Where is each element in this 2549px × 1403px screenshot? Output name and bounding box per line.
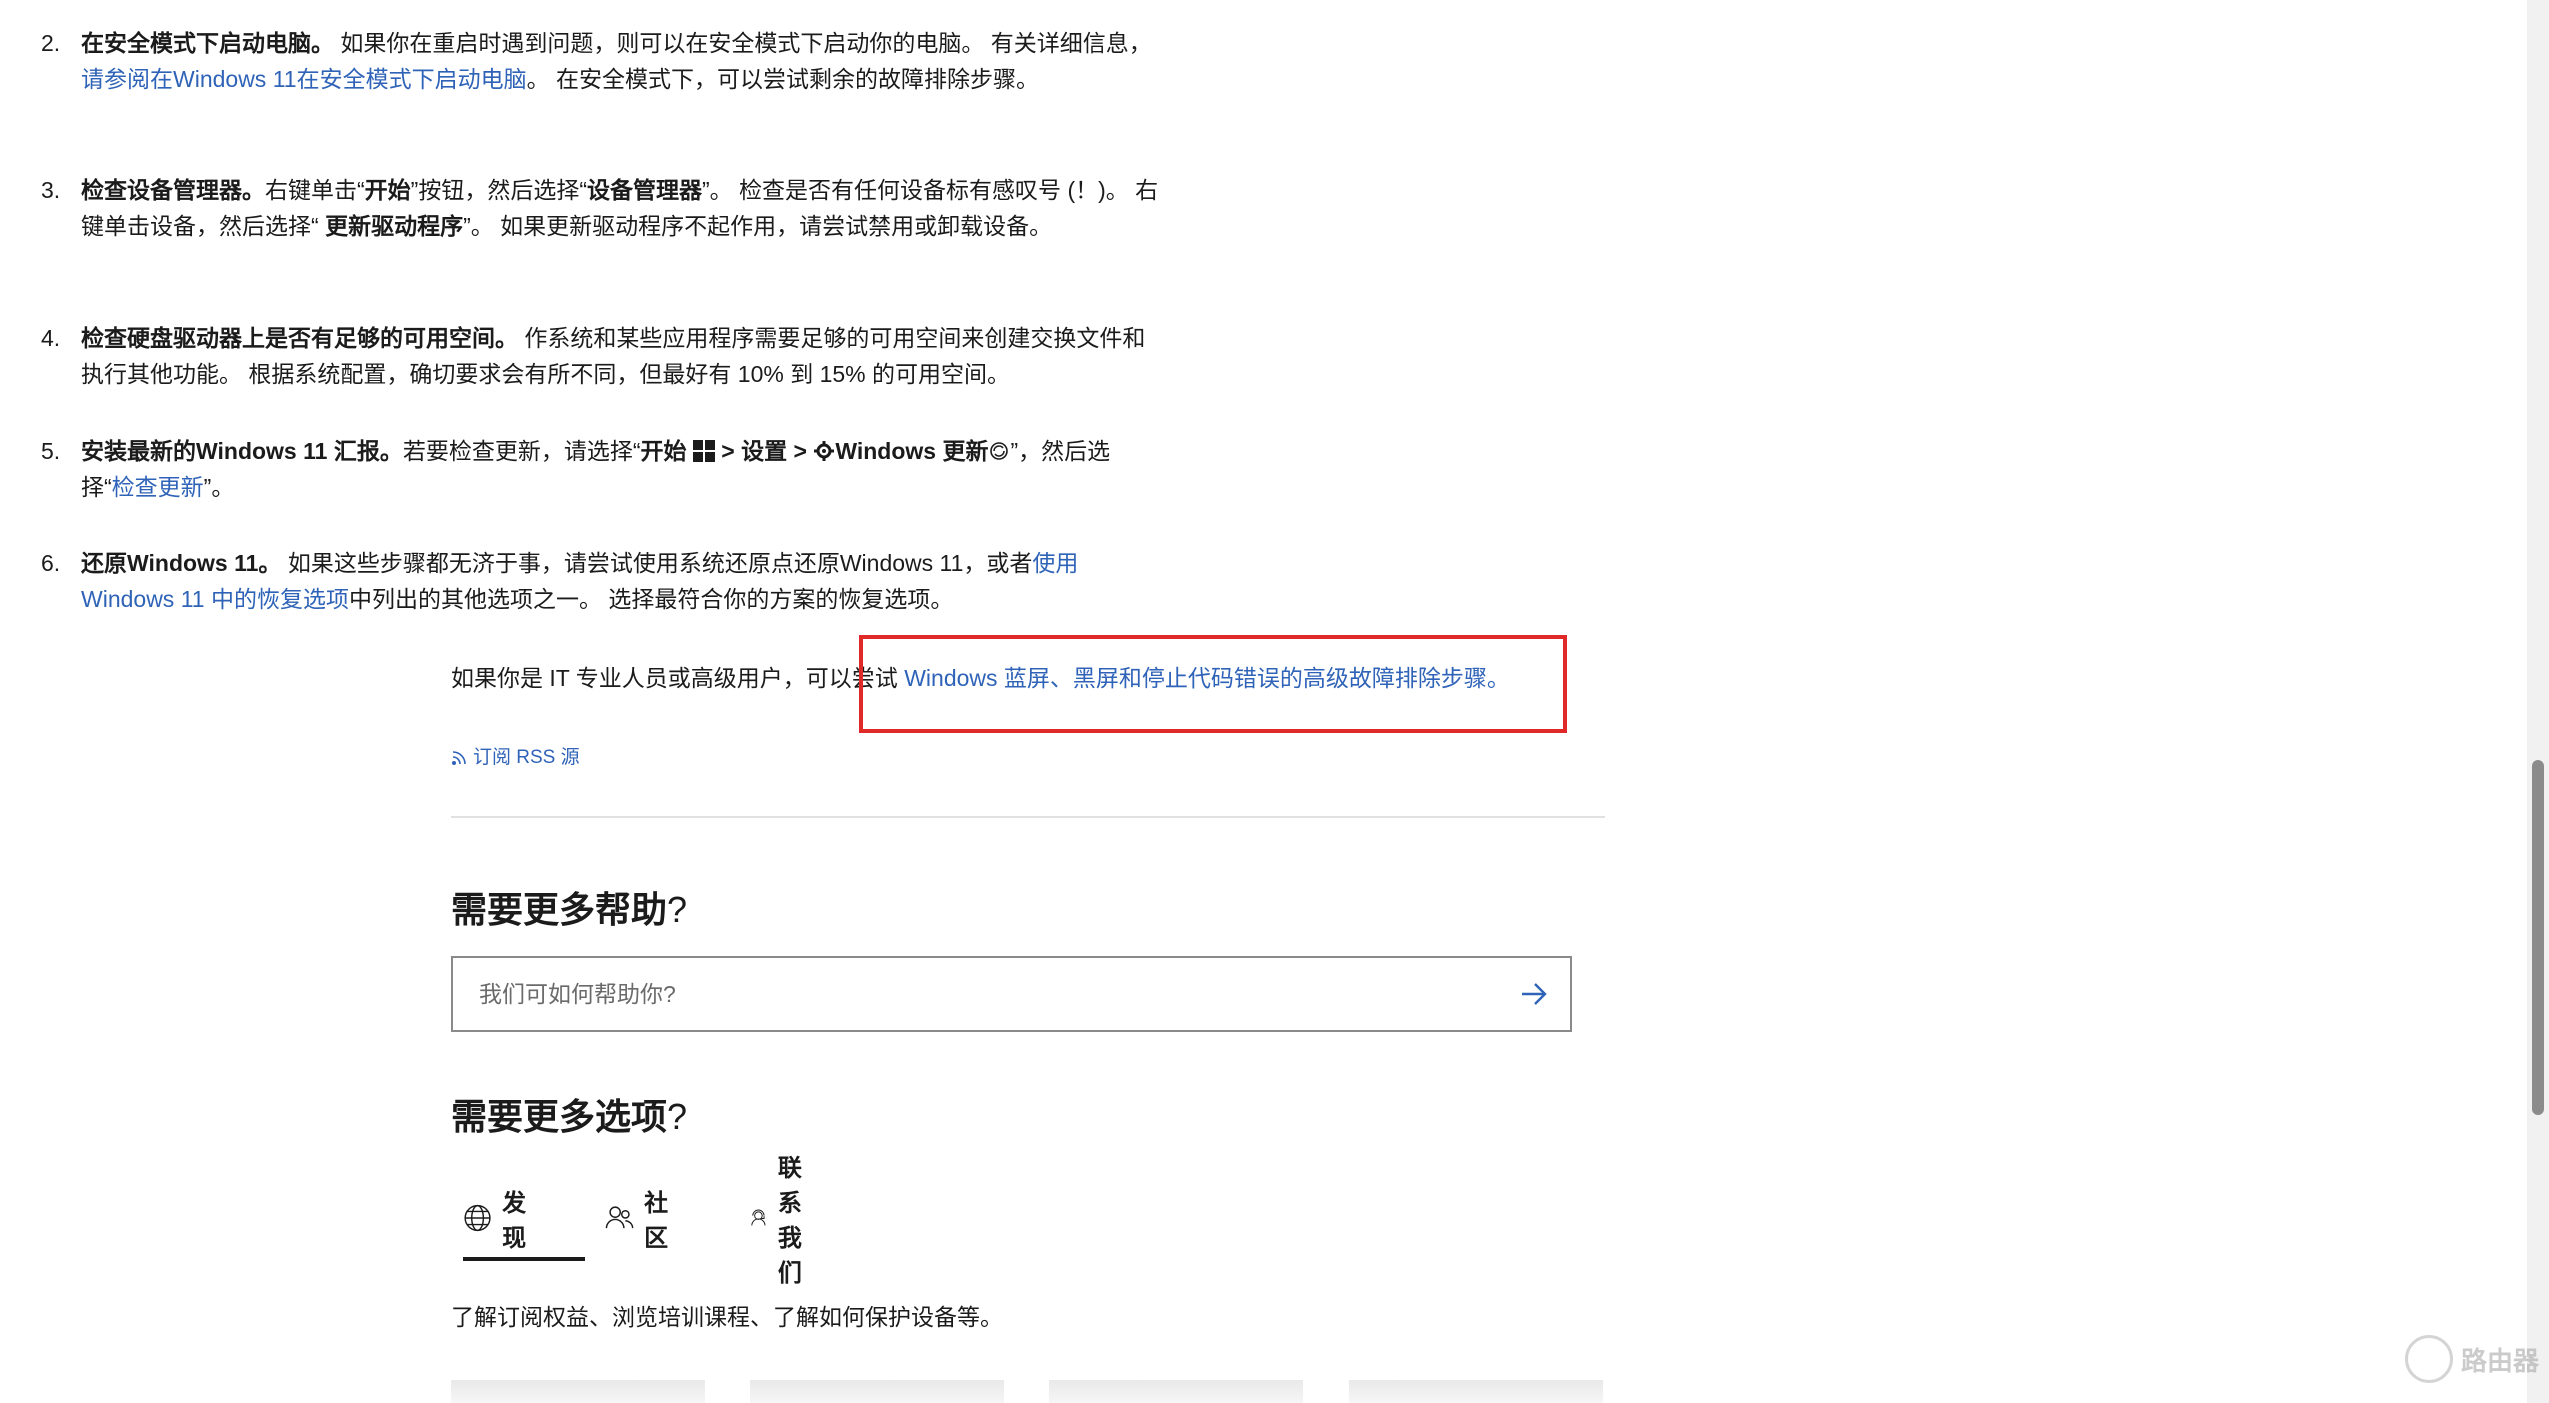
update-icon [990, 442, 1009, 460]
more-options-heading: 需要更多选项? [451, 1094, 687, 1140]
promo-card[interactable] [750, 1380, 1004, 1403]
step-text: ”。 如果更新驱动程序不起作用，请尝试禁用或卸载设备。 [463, 213, 1053, 239]
step-3: 3. 检查设备管理器。右键单击“开始”按钮，然后选择“设备管理器”。 检查是否有… [41, 172, 1161, 244]
active-tab-indicator [463, 1257, 585, 1261]
windows-update-label: Windows 更新 [835, 438, 989, 464]
question-mark: ? [667, 1096, 688, 1137]
tab-discover-label: 发现 [502, 1190, 527, 1252]
arrow-right-icon [1522, 983, 1547, 1005]
help-search-box [451, 956, 1572, 1032]
safe-mode-link[interactable]: 请参阅在Windows 11在安全模式下启动电脑 [81, 66, 527, 92]
check-updates-link[interactable]: 检查更新 [112, 474, 204, 500]
globe-icon [464, 1204, 491, 1232]
watermark-logo-icon [2405, 1335, 2453, 1383]
step-text: 如果这些步骤都无济于事，请尝试使用系统还原点还原Windows 11，或者 [281, 550, 1033, 576]
step-text: ”。 [203, 474, 235, 500]
step-text: 如果你在重启时遇到问题，则可以在安全模式下启动你的电脑。 有关详细信息， [334, 30, 1152, 56]
help-search-input[interactable] [453, 979, 1514, 1009]
settings-label: 设置 [741, 438, 788, 464]
submit-arrow-button[interactable] [1514, 974, 1554, 1014]
tab-community[interactable]: 社区 [605, 1186, 679, 1252]
step-text: ”按钮，然后选择“ [410, 177, 587, 203]
step-4: 4. 检查硬盘驱动器上是否有足够的可用空间。 作系统和某些应用程序需要足够的可用… [41, 320, 1161, 392]
it-pro-text: 如果你是 IT 专业人员或高级用户，可以尝试 [451, 665, 905, 691]
step-title: 安装最新的Windows 11 汇报。 [81, 438, 403, 464]
step-title: 在安全模式下启动电脑。 [81, 30, 334, 56]
update-driver-label: 更新驱动程序 [325, 213, 464, 239]
separator: > [787, 438, 814, 464]
people-icon [605, 1206, 634, 1229]
promo-card[interactable] [451, 1380, 705, 1403]
tab-contact-us[interactable]: 联系我们 [749, 1155, 823, 1287]
step-5: 5. 安装最新的Windows 11 汇报。若要检查更新，请选择“开始 > 设置… [41, 433, 1161, 505]
more-options-title: 需要更多选项 [451, 1096, 668, 1137]
scrollbar-track[interactable] [2527, 0, 2549, 1403]
rss-link[interactable]: 订阅 RSS 源 [451, 745, 580, 771]
tab-contact-label: 联系我们 [777, 1155, 802, 1287]
promo-card[interactable] [1049, 1380, 1303, 1403]
headset-icon [751, 1209, 766, 1226]
step-6: 6. 还原Windows 11。 如果这些步骤都无济于事，请尝试使用系统还原点还… [41, 545, 1161, 617]
start-label: 开始 [640, 438, 687, 464]
tab-discover[interactable]: 发现 [463, 1186, 537, 1252]
step-title: 检查硬盘驱动器上是否有足够的可用空间。 [81, 325, 518, 351]
step-number: 5. [41, 438, 61, 464]
more-help-title: 需要更多帮助 [451, 889, 668, 930]
step-number: 2. [41, 30, 61, 56]
red-highlight-box [859, 635, 1567, 733]
promo-card[interactable] [1349, 1380, 1603, 1403]
start-label: 开始 [364, 177, 411, 203]
rss-icon [452, 751, 466, 765]
step-text: 右键单击“ [265, 177, 365, 203]
windows-logo-icon [692, 440, 715, 462]
more-help-heading: 需要更多帮助? [451, 887, 687, 933]
tab-community-label: 社区 [644, 1190, 669, 1252]
step-text: 。 在安全模式下，可以尝试剩余的故障排除步骤。 [526, 66, 1039, 92]
step-number: 3. [41, 177, 61, 203]
step-text: 中列出的其他选项之一。 选择最符合你的方案的恢复选项。 [348, 586, 954, 612]
device-manager-label: 设备管理器 [587, 177, 702, 203]
step-number: 4. [41, 325, 61, 351]
tab-description: 了解订阅权益、浏览培训课程、了解如何保护设备等。 [451, 1304, 1003, 1330]
step-title: 检查设备管理器。 [81, 177, 265, 203]
step-number: 6. [41, 550, 61, 576]
question-mark: ? [667, 889, 688, 930]
separator: > [721, 438, 742, 464]
step-title: 还原Windows 11。 [81, 550, 282, 576]
rss-label: 订阅 RSS 源 [473, 747, 580, 768]
watermark: 路由器 [2405, 1335, 2539, 1383]
step-text: 若要检查更新，请选择“ [402, 438, 641, 464]
gear-icon [814, 441, 835, 461]
divider [451, 816, 1605, 818]
scrollbar-thumb[interactable] [2532, 760, 2544, 1115]
step-2: 2. 在安全模式下启动电脑。 如果你在重启时遇到问题，则可以在安全模式下启动你的… [41, 25, 1161, 97]
watermark-text: 路由器 [2461, 1345, 2540, 1376]
